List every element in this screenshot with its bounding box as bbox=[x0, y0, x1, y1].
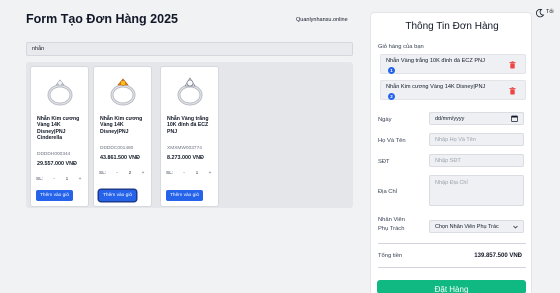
quantity-stepper: SL: - 1 + bbox=[36, 177, 85, 182]
divider bbox=[378, 267, 526, 268]
calendar-icon[interactable] bbox=[511, 115, 518, 122]
product-grid: Nhẫn Kim cương Vàng 14K Disney|PNJ Cinde… bbox=[26, 62, 353, 208]
product-name: Nhẫn Vàng trắng 10K đính đá ECZ PNJ bbox=[167, 116, 209, 135]
product-price: 8.273.000 VNĐ bbox=[167, 155, 204, 161]
name-field[interactable]: Nhập Họ Và Tên bbox=[429, 133, 524, 146]
name-label: Họ Và Tên bbox=[378, 138, 406, 144]
qty-value[interactable]: 1 bbox=[59, 177, 75, 182]
ring-icon bbox=[34, 70, 85, 112]
order-title: Thông Tin Đơn Hàng bbox=[405, 21, 499, 32]
submit-order-button[interactable]: Đặt Hàng bbox=[377, 280, 526, 293]
product-card: Nhẫn Kim cương Vàng 14K Disney|PNJ DDDDC… bbox=[93, 66, 152, 207]
product-code: XMXMW003774 bbox=[167, 146, 202, 151]
product-card: Nhẫn Kim cương Vàng 14K Disney|PNJ Cinde… bbox=[30, 66, 89, 207]
total-label: Tổng tiền bbox=[378, 253, 403, 259]
staff-label-line2: Phụ Trách bbox=[378, 226, 405, 232]
staff-select[interactable]: Chọn Nhân Viên Phụ Trác bbox=[429, 220, 524, 233]
theme-toggle-label[interactable]: Tối bbox=[546, 9, 554, 15]
quantity-stepper: SL: - 2 + bbox=[99, 171, 148, 176]
order-form: Thông Tin Đơn Hàng Giỏ hàng của bạn Nhẫn… bbox=[370, 12, 532, 293]
qty-label: SL: bbox=[99, 171, 107, 176]
product-name: Nhẫn Kim cương Vàng 14K Disney|PNJ Cinde… bbox=[37, 116, 80, 141]
qty-value[interactable]: 1 bbox=[189, 171, 205, 176]
qty-label: SL: bbox=[36, 177, 44, 182]
product-code: DDDDC001480 bbox=[100, 146, 134, 151]
cart-item-qty-badge: 2 bbox=[388, 93, 395, 100]
staff-label-line1: Nhân Viên bbox=[378, 217, 405, 223]
cart-item-name: Nhẫn Vàng trắng 10K đính đá ECZ PNJ bbox=[386, 58, 485, 64]
date-input[interactable]: dd/mm/yyyy bbox=[429, 112, 524, 125]
qty-plus-button[interactable]: + bbox=[138, 171, 148, 176]
cart-label: Giỏ hàng của bạn bbox=[378, 44, 424, 50]
phone-label: SĐT bbox=[378, 159, 390, 165]
qty-minus-button[interactable]: - bbox=[49, 177, 59, 182]
address-field[interactable]: Nhập Địa Chỉ bbox=[429, 175, 524, 206]
ring-icon bbox=[164, 70, 215, 112]
cart-item-name: Nhẫn Kim cương Vàng 14K Disney|PNJ bbox=[386, 84, 486, 90]
add-to-cart-button[interactable]: Thêm vào giỏ bbox=[36, 190, 74, 201]
qty-plus-button[interactable]: + bbox=[75, 177, 85, 182]
qty-minus-button[interactable]: - bbox=[179, 171, 189, 176]
product-price: 43.861.500 VNĐ bbox=[100, 155, 140, 161]
product-name: Nhẫn Kim cương Vàng 14K Disney|PNJ bbox=[100, 116, 143, 135]
phone-field[interactable]: Nhập SĐT bbox=[429, 154, 524, 167]
cart-item-qty-badge: 1 bbox=[388, 67, 395, 74]
total-value: 139.857.500 VNĐ bbox=[474, 253, 522, 259]
page-title: Form Tạo Đơn Hàng 2025 bbox=[26, 12, 178, 26]
date-label: Ngày bbox=[378, 117, 392, 123]
cart-item: Nhẫn Vàng trắng 10K đính đá ECZ PNJ 1 bbox=[380, 54, 526, 74]
cart-item: Nhẫn Kim cương Vàng 14K Disney|PNJ 2 bbox=[380, 80, 526, 100]
trash-icon[interactable] bbox=[509, 87, 516, 95]
qty-label: SL: bbox=[166, 171, 174, 176]
trash-icon[interactable] bbox=[509, 61, 516, 69]
ring-icon bbox=[97, 70, 148, 112]
add-to-cart-button[interactable]: Thêm vào giỏ bbox=[166, 190, 204, 201]
moon-icon[interactable] bbox=[535, 8, 545, 18]
qty-plus-button[interactable]: + bbox=[205, 171, 215, 176]
address-label: Địa Chỉ bbox=[378, 189, 398, 195]
product-card: Nhẫn Vàng trắng 10K đính đá ECZ PNJ XMXM… bbox=[160, 66, 219, 207]
quantity-stepper: SL: - 1 + bbox=[166, 171, 215, 176]
add-to-cart-button[interactable]: Thêm vào giỏ bbox=[99, 190, 137, 201]
product-code: DDDDH000344 bbox=[37, 152, 71, 157]
site-name: Quanlynhansu.online bbox=[296, 17, 348, 23]
qty-value[interactable]: 2 bbox=[122, 171, 138, 176]
date-value: dd/mm/yyyy bbox=[435, 115, 465, 122]
divider bbox=[378, 243, 526, 244]
staff-select-value: Chọn Nhân Viên Phụ Trác bbox=[435, 223, 499, 230]
chevron-down-icon bbox=[513, 225, 518, 228]
qty-minus-button[interactable]: - bbox=[112, 171, 122, 176]
product-price: 29.557.000 VNĐ bbox=[37, 161, 77, 167]
search-input[interactable]: nhẫn bbox=[26, 42, 353, 56]
